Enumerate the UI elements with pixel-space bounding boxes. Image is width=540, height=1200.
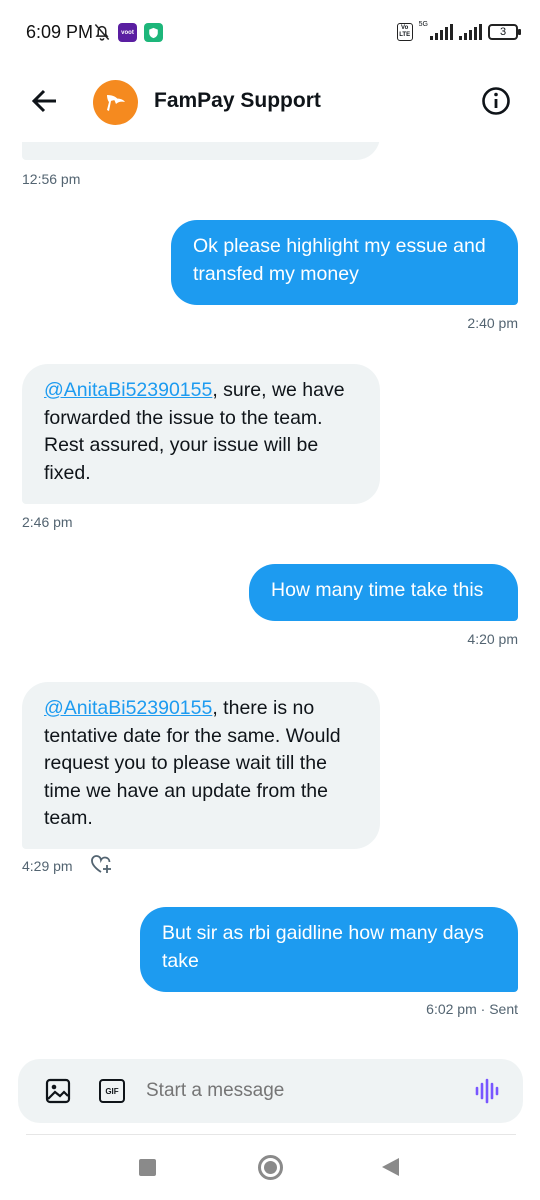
- network-type: 5G: [418, 20, 428, 28]
- arrow-left-icon[interactable]: [30, 86, 60, 116]
- like-heart-plus-icon[interactable]: [89, 853, 113, 875]
- recents-square-icon[interactable]: [139, 1159, 156, 1176]
- signal-icon: [430, 24, 453, 40]
- battery-level: 3: [499, 26, 507, 38]
- message-composer: GIF: [18, 1059, 523, 1123]
- page-title: FamPay Support: [154, 89, 321, 112]
- divider: [26, 1134, 516, 1135]
- message-timestamp: 6:02 pm · Sent: [426, 1001, 518, 1017]
- message-timestamp: 4:29 pm: [22, 858, 73, 874]
- status-bar: 6:09 PM voot Vo LTE 5G 3: [0, 0, 540, 62]
- message-timestamp: 4:20 pm: [467, 631, 518, 647]
- message-input[interactable]: [146, 1080, 446, 1102]
- info-circle-icon[interactable]: [481, 86, 511, 116]
- image-icon[interactable]: [45, 1078, 71, 1104]
- message-list: 12:56 pm Ok please highlight my essue an…: [0, 142, 540, 1052]
- shield-app-icon: [144, 23, 163, 42]
- message-bubble-in: [22, 142, 380, 160]
- status-time: 6:09 PM: [26, 22, 94, 42]
- voot-app-icon: voot: [118, 23, 137, 42]
- message-bubble-in[interactable]: @AnitaBi52390155, there is no tentative …: [22, 682, 380, 849]
- message-text: But sir as rbi gaidline how many days ta…: [162, 922, 484, 972]
- gif-icon[interactable]: GIF: [99, 1079, 125, 1103]
- voice-icon[interactable]: [473, 1077, 501, 1105]
- message-bubble-in[interactable]: @AnitaBi52390155, sure, we have forwarde…: [22, 364, 380, 504]
- conversation-header: FamPay Support: [0, 62, 540, 142]
- message-timestamp: 12:56 pm: [22, 171, 81, 187]
- home-circle-icon[interactable]: [258, 1155, 283, 1180]
- mention-link[interactable]: @AnitaBi52390155: [44, 379, 212, 401]
- message-bubble-out[interactable]: But sir as rbi gaidline how many days ta…: [140, 907, 518, 992]
- message-text: Ok please highlight my essue and transfe…: [193, 235, 486, 285]
- bell-off-icon: [94, 24, 110, 41]
- signal-2-icon: [459, 24, 482, 40]
- message-timestamp: 2:40 pm: [467, 315, 518, 331]
- message-bubble-out[interactable]: Ok please highlight my essue and transfe…: [171, 220, 518, 305]
- message-timestamp: 2:46 pm: [22, 514, 73, 530]
- battery-icon: 3: [488, 24, 521, 40]
- message-bubble-out[interactable]: How many time take this: [249, 564, 518, 621]
- volte-badge: Vo LTE: [396, 23, 413, 41]
- fampay-logo-icon: [106, 94, 125, 111]
- voot-label: voot: [121, 29, 134, 36]
- back-triangle-icon[interactable]: [382, 1158, 399, 1176]
- gif-label: GIF: [105, 1086, 119, 1096]
- status-indicators: Vo LTE 5G 3: [396, 20, 521, 44]
- avatar[interactable]: [93, 80, 138, 125]
- message-text: How many time take this: [271, 579, 484, 601]
- mention-link[interactable]: @AnitaBi52390155: [44, 697, 212, 719]
